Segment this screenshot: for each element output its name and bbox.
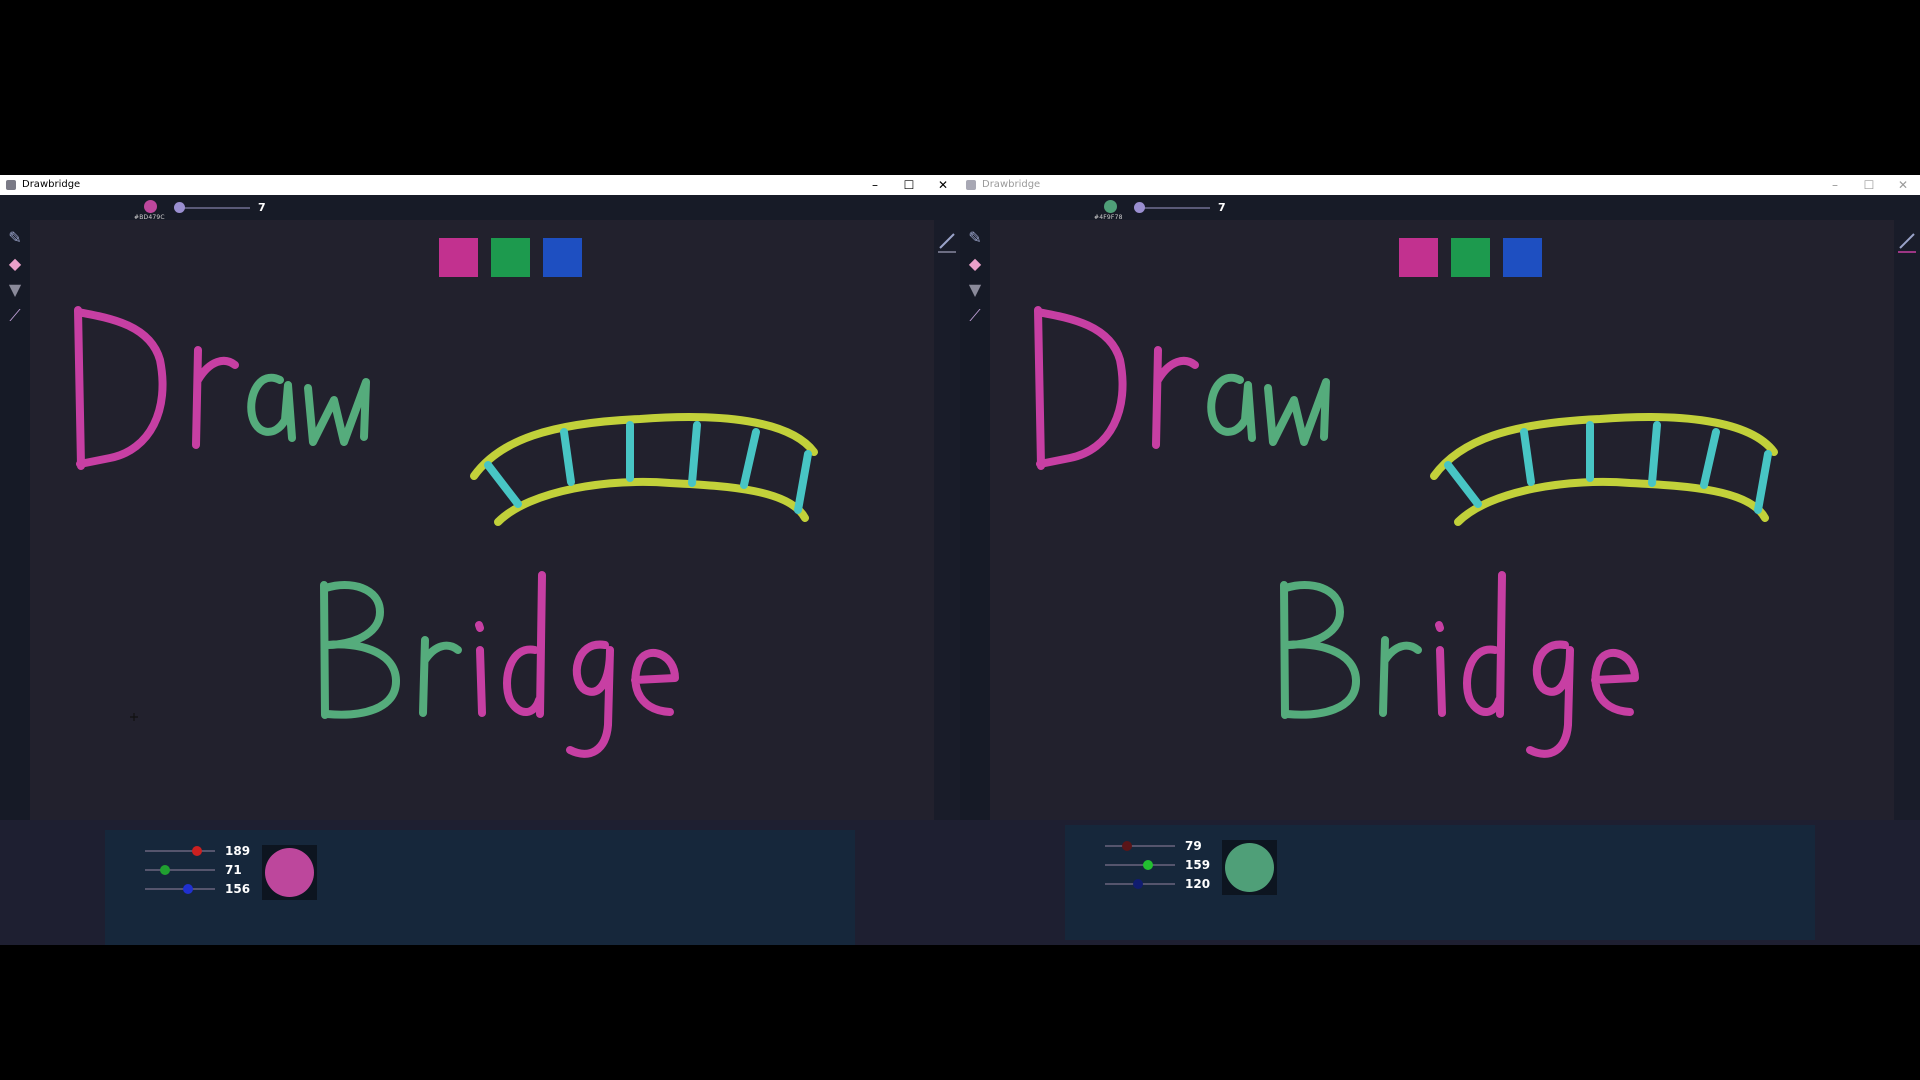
stroke-bridge-top [470,413,818,480]
stroke-letter-r2 [419,636,462,717]
stroke-bridge-top [1430,413,1778,480]
title-bar[interactable]: Drawbridge – ☐ ✕ [0,175,960,195]
maximize-button[interactable]: ☐ [1852,175,1886,195]
brush-size-value: 7 [1218,201,1226,214]
green-slider-knob[interactable] [159,865,170,875]
stroke-letter-g [1526,640,1574,758]
stroke-letter-w [1264,378,1330,446]
brush-settings-bar: #BD479C 7 [0,195,960,221]
rgb-mixer-panel: 79 159 120 [1065,825,1815,940]
stroke-letter-B [320,581,401,719]
stroke-letter-B [1280,581,1361,719]
color-preview-dot [265,848,314,897]
brush-size-knob[interactable] [174,202,185,213]
stroke-letter-i [1435,621,1446,717]
stroke-letter-a [1207,373,1256,442]
blue-slider-knob[interactable] [182,884,193,894]
rgb-mixer-panel: 189 71 156 [105,830,855,945]
bucket-icon[interactable]: ▼ [965,280,985,300]
stroke-bridge-bottom [1454,477,1769,526]
eyedropper-icon[interactable]: ⟋ [965,306,985,326]
eyedropper-icon[interactable]: ⟋ [5,306,25,326]
color-preview-dot [1225,843,1274,892]
close-button[interactable]: ✕ [1886,175,1920,195]
stroke-letter-a [247,373,296,442]
window-title: Drawbridge [22,179,81,190]
pencil-icon[interactable]: ✎ [965,228,985,248]
eraser-icon[interactable]: ◆ [5,254,25,274]
stroke-letter-d [1463,571,1506,718]
stroke-letter-r2 [1379,636,1422,717]
drawing-canvas[interactable] [990,220,1894,820]
red-slider-knob[interactable] [191,846,202,856]
stroke-letter-D [1034,306,1127,470]
app-icon [6,180,16,190]
corner-pencil-icon[interactable] [1894,220,1920,260]
title-bar[interactable]: Drawbridge – ☐ ✕ [960,175,1920,195]
stroke-letter-D [74,306,167,470]
bucket-icon[interactable]: ▼ [5,280,25,300]
app-icon [966,180,976,190]
brush-settings-bar: #4F9F78 7 [960,195,1920,221]
blue-value: 156 [225,882,251,896]
green-slider[interactable]: 159 [1105,858,1210,872]
drawbridge-window-right: Drawbridge – ☐ ✕ #4F9F78 7 ✎ ◆ ▼ ⟋ 79 15… [960,175,1920,945]
tool-sidebar: ✎ ◆ ▼ ⟋ [0,220,30,820]
right-strip [934,220,960,820]
eraser-icon[interactable]: ◆ [965,254,985,274]
green-value: 159 [1185,858,1211,872]
brush-size-value: 7 [258,201,266,214]
drawing-canvas[interactable] [30,220,934,820]
tool-sidebar: ✎ ◆ ▼ ⟋ [960,220,990,820]
drawing-artwork [1034,306,1778,758]
green-value: 71 [225,863,242,877]
blue-slider[interactable]: 156 [145,882,250,896]
stroke-letter-d [503,571,546,718]
brush-size-slider[interactable] [1138,207,1210,209]
brush-size-knob[interactable] [1134,202,1145,213]
pencil-icon[interactable]: ✎ [5,228,25,248]
current-color-swatch[interactable] [144,200,157,213]
maximize-button[interactable]: ☐ [892,175,926,195]
green-slider-knob[interactable] [1143,860,1154,870]
red-slider[interactable]: 189 [145,844,250,858]
stroke-letter-r [1152,346,1199,449]
stroke-letter-r [192,346,239,449]
stroke-letter-e [631,648,679,716]
minimize-button[interactable]: – [1818,175,1852,195]
window-title: Drawbridge [982,179,1041,190]
red-slider-knob[interactable] [1121,841,1132,851]
stroke-letter-g [566,640,614,758]
minimize-button[interactable]: – [858,175,892,195]
blue-slider-knob[interactable] [1132,879,1143,889]
right-strip [1894,220,1920,820]
bottom-panel: 189 71 156 [0,820,960,945]
corner-pencil-icon[interactable] [934,220,960,260]
drawing-artwork [74,306,818,758]
stroke-letter-w [304,378,370,446]
close-button[interactable]: ✕ [926,175,960,195]
red-slider[interactable]: 79 [1105,839,1202,853]
bottom-panel: 79 159 120 [960,820,1920,945]
drawbridge-window-left: Drawbridge – ☐ ✕ #BD479C 7 ✎ ◆ ▼ ⟋ 189 7… [0,175,960,945]
color-preview [1222,840,1277,895]
blue-value: 120 [1185,877,1211,891]
green-slider[interactable]: 71 [145,863,242,877]
stroke-letter-e [1591,648,1639,716]
current-color-swatch[interactable] [1104,200,1117,213]
color-preview [262,845,317,900]
blue-slider[interactable]: 120 [1105,877,1210,891]
crosshair-cursor-icon [130,713,138,721]
red-value: 189 [225,844,251,858]
red-value: 79 [1185,839,1202,853]
brush-size-slider[interactable] [178,207,250,209]
stroke-bridge-bottom [494,477,809,526]
stroke-letter-i [475,621,486,717]
